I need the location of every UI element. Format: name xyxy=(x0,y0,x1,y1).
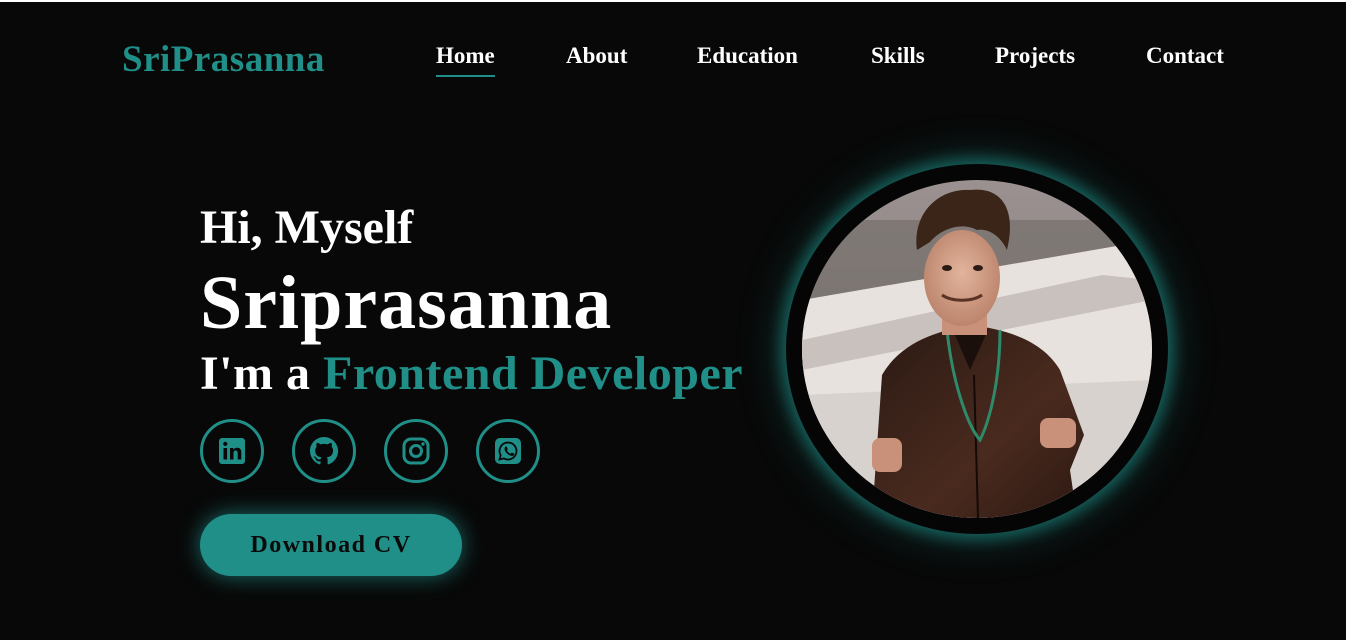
hero-role-line: I'm a Frontend Developer xyxy=(200,346,743,401)
role-title: Frontend Developer xyxy=(323,347,744,400)
nav-projects[interactable]: Projects xyxy=(995,43,1075,69)
linkedin-link[interactable] xyxy=(200,419,264,483)
hero-greeting: Hi, Myself xyxy=(200,201,414,254)
hero-name: Sriprasanna xyxy=(200,261,613,345)
nav-home[interactable]: Home xyxy=(436,43,495,77)
role-prefix: I'm a xyxy=(200,347,323,400)
whatsapp-icon xyxy=(495,438,521,464)
nav-contact[interactable]: Contact xyxy=(1146,43,1224,69)
nav-education[interactable]: Education xyxy=(697,43,798,69)
whatsapp-link[interactable] xyxy=(476,419,540,483)
github-link[interactable] xyxy=(292,419,356,483)
nav-about[interactable]: About xyxy=(566,43,627,69)
page: SriPrasanna Home About Education Skills … xyxy=(0,2,1346,640)
github-icon xyxy=(310,437,339,465)
main-nav: Home About Education Skills Projects Con… xyxy=(0,43,1346,83)
instagram-icon xyxy=(402,437,430,465)
profile-photo xyxy=(802,180,1152,518)
nav-skills[interactable]: Skills xyxy=(871,43,925,69)
linkedin-icon xyxy=(219,438,245,464)
download-cv-button[interactable]: Download CV xyxy=(200,514,462,576)
profile-photo-frame xyxy=(786,164,1168,534)
instagram-link[interactable] xyxy=(384,419,448,483)
